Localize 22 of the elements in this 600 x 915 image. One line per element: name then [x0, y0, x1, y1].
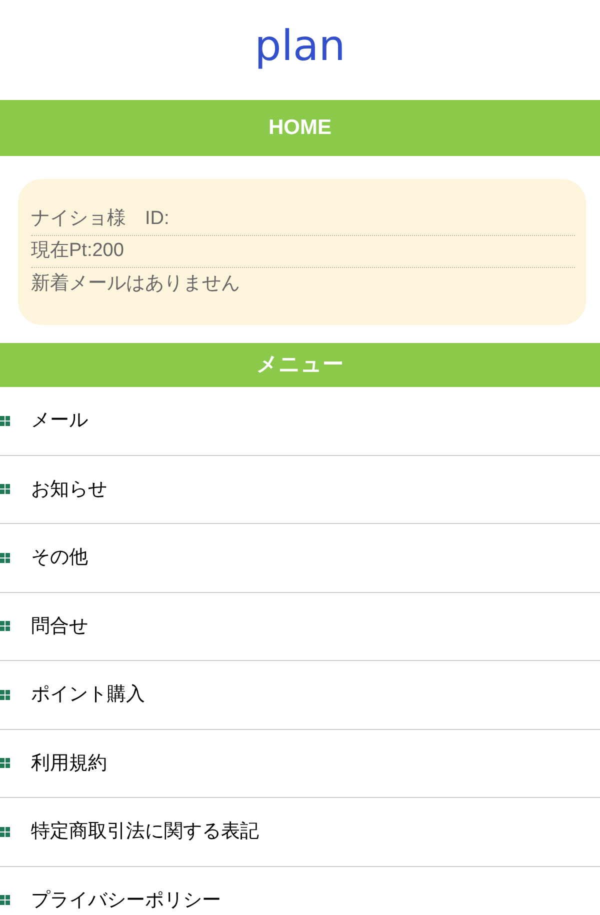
grid-icon [0, 552, 10, 563]
grid-icon [0, 826, 10, 837]
menu-item[interactable]: その他 [31, 546, 88, 570]
grid-icon [0, 895, 10, 905]
user-info-text: 現在Pt:200 [31, 239, 124, 264]
grid-icon [0, 416, 10, 426]
grid-icon [0, 690, 10, 700]
menu-item[interactable]: 特定商取引法に関する表記 [31, 820, 259, 844]
home-bar: HOME [0, 100, 600, 156]
user-info-text: ナイショ様 ID: [31, 207, 170, 232]
logo[interactable]: plan [254, 25, 346, 75]
menu-item[interactable]: メール [31, 409, 88, 432]
menu-item[interactable]: 利用規約 [31, 752, 107, 775]
menu-item[interactable]: お知らせ [31, 478, 107, 501]
grid-icon [0, 484, 10, 494]
menu-item[interactable]: プライバシーポリシー [31, 888, 221, 912]
user-info-text: 新着メールはありません [31, 272, 240, 296]
menu-item[interactable]: 問合せ [31, 614, 88, 638]
grid-icon [0, 621, 10, 632]
menu-bar: メニュー [0, 343, 600, 387]
grid-icon [0, 758, 10, 768]
menu-item[interactable]: ポイント購入 [31, 683, 145, 706]
